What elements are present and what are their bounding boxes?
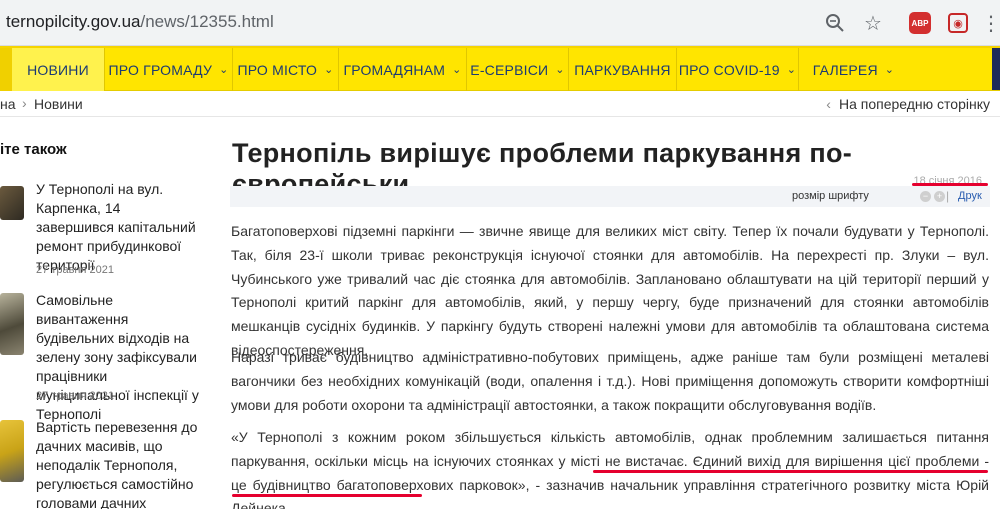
nav-item-citizens[interactable]: ГРОМАДЯНАМ ⌄ — [338, 48, 466, 91]
star-icon[interactable]: ☆ — [860, 10, 886, 36]
chevron-down-icon: ⌄ — [786, 64, 797, 76]
abp-icon[interactable]: ABP — [907, 10, 933, 36]
breadcrumb: на › Новини ‹ На попередню сторінку — [0, 93, 1000, 117]
divider: | — [946, 189, 950, 203]
breadcrumb-separator: › — [22, 95, 27, 111]
chevron-left-icon: ‹ — [826, 96, 831, 112]
news-date: 27 травня 2021 — [36, 264, 114, 276]
nav-edge — [992, 48, 1000, 90]
news-thumbnail[interactable] — [0, 420, 24, 482]
url-host: ternopilcity.gov.ua — [6, 12, 141, 31]
article-paragraph: Багатоповерхові підземні паркінги — звич… — [231, 223, 989, 358]
breadcrumb-current[interactable]: Новини — [34, 96, 83, 112]
menu-icon[interactable]: ⋮ — [978, 10, 1000, 36]
chevron-down-icon: ⌄ — [452, 64, 462, 76]
nav-item-about-city[interactable]: ПРО МІСТО ⌄ — [232, 48, 338, 91]
news-link-text[interactable]: Вартість перевезення до дачних масивів, … — [36, 418, 201, 509]
news-thumbnail[interactable] — [0, 186, 24, 220]
nav-item-covid[interactable]: ПРО COVID-19 ⌄ — [676, 48, 798, 91]
font-size-label: розмір шрифту — [792, 190, 869, 202]
news-thumbnail[interactable] — [0, 293, 24, 355]
address-bar[interactable]: ternopilcity.gov.ua/news/12355.html — [6, 12, 274, 32]
date-highlight-underline — [912, 183, 988, 186]
news-link-text[interactable]: У Тернополі на вул. Карпенка, 14 заверши… — [36, 180, 201, 275]
url-path: /news/12355.html — [140, 12, 274, 31]
quote-highlight-underline — [593, 470, 988, 473]
font-increase-button[interactable]: + — [934, 191, 945, 202]
main-nav: НОВИНИ ПРО ГРОМАДУ ⌄ ПРО МІСТО ⌄ ГРОМАДЯНА… — [0, 46, 1000, 91]
chevron-down-icon: ⌄ — [324, 64, 334, 76]
article-paragraph: Наразі триває будівництво адміністративн… — [231, 349, 989, 413]
nav-item-parking[interactable]: ПАРКУВАННЯ — [568, 48, 676, 91]
nav-item-e-services[interactable]: Е-СЕРВІСИ ⌄ — [466, 48, 568, 91]
news-date: 27 травня 2021 — [36, 390, 114, 402]
breadcrumb-home[interactable]: на — [0, 96, 16, 112]
print-link[interactable]: Друк — [958, 190, 982, 202]
font-decrease-button[interactable]: − — [920, 191, 931, 202]
browser-toolbar: ternopilcity.gov.ua/news/12355.html ☆ AB… — [0, 0, 1000, 46]
quote-highlight-underline — [232, 494, 422, 497]
chevron-down-icon: ⌄ — [884, 64, 895, 76]
nav-item-news[interactable]: НОВИНИ — [12, 48, 104, 91]
nav-decoration — [0, 48, 12, 91]
news-link-text[interactable]: Самовільне вивантаження будівельних відх… — [36, 291, 201, 424]
article-meta-bar: 18 січня 2016 розмір шрифту − + | Друк — [230, 175, 990, 207]
chevron-down-icon: ⌄ — [219, 64, 229, 76]
sidebar-title: іте також — [0, 141, 67, 158]
back-link[interactable]: ‹ На попередню сторінку — [826, 96, 990, 112]
extension-icon[interactable]: ◉ — [945, 10, 971, 36]
nav-item-about-community[interactable]: ПРО ГРОМАДУ ⌄ — [104, 48, 232, 91]
zoom-icon[interactable] — [822, 10, 848, 36]
nav-item-gallery[interactable]: ГАЛЕРЕЯ ⌄ — [798, 48, 908, 91]
chevron-down-icon: ⌄ — [555, 64, 565, 76]
